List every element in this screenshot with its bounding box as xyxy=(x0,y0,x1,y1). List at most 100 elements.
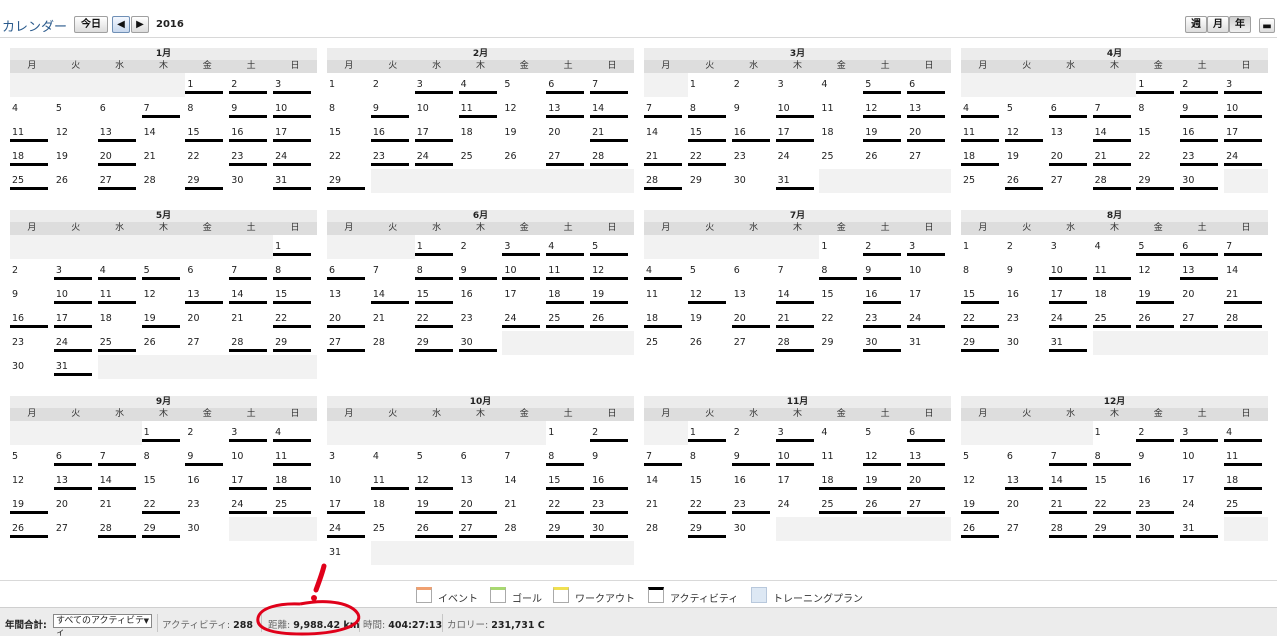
activity-bar[interactable] xyxy=(97,301,136,304)
day-cell[interactable]: 1 xyxy=(185,73,224,97)
activity-bar[interactable] xyxy=(327,349,365,352)
day-cell[interactable]: 5 xyxy=(1005,97,1043,121)
activity-bar[interactable] xyxy=(907,115,946,118)
activity-bar[interactable] xyxy=(687,535,726,538)
day-cell[interactable]: 13 xyxy=(1180,259,1219,283)
day-cell[interactable]: 11 xyxy=(97,283,136,307)
activity-bar[interactable] xyxy=(644,115,682,118)
activity-bar[interactable] xyxy=(327,325,365,328)
activity-bar[interactable] xyxy=(273,325,312,328)
day-cell[interactable]: 18 xyxy=(819,121,857,145)
day-cell[interactable]: 17 xyxy=(229,469,268,493)
day-cell[interactable]: 9 xyxy=(863,259,902,283)
day-cell[interactable]: 2 xyxy=(590,421,629,445)
activity-bar[interactable] xyxy=(185,301,224,304)
activity-bar[interactable] xyxy=(414,349,453,352)
day-cell[interactable]: 28 xyxy=(1048,517,1087,541)
day-cell[interactable]: 26 xyxy=(863,145,901,169)
day-cell[interactable]: 23 xyxy=(185,493,223,517)
day-cell[interactable]: 26 xyxy=(961,517,999,541)
activity-bar[interactable] xyxy=(687,163,726,166)
day-cell[interactable]: 26 xyxy=(54,169,92,193)
day-cell[interactable]: 20 xyxy=(1005,493,1043,517)
day-cell[interactable]: 13 xyxy=(185,283,224,307)
activity-bar[interactable] xyxy=(687,511,726,514)
day-cell[interactable]: 18 xyxy=(98,307,136,331)
day-cell[interactable]: 19 xyxy=(414,493,453,517)
day-cell[interactable]: 11 xyxy=(10,121,48,145)
day-cell[interactable]: 16 xyxy=(185,469,223,493)
activity-bar[interactable] xyxy=(590,277,629,280)
day-cell[interactable]: 20 xyxy=(907,121,946,145)
activity-bar[interactable] xyxy=(273,487,312,490)
activity-bar[interactable] xyxy=(1180,163,1219,166)
day-cell[interactable]: 24 xyxy=(776,145,814,169)
day-cell[interactable]: 2 xyxy=(10,259,48,283)
day-cell[interactable]: 10 xyxy=(775,97,814,121)
activity-bar[interactable] xyxy=(590,487,629,490)
activity-bar[interactable] xyxy=(53,325,92,328)
activity-bar[interactable] xyxy=(458,511,497,514)
day-cell[interactable]: 13 xyxy=(907,97,946,121)
day-cell[interactable]: 27 xyxy=(732,331,770,355)
activity-bar[interactable] xyxy=(731,463,770,466)
day-cell[interactable]: 23 xyxy=(1136,493,1175,517)
day-cell[interactable]: 3 xyxy=(327,445,365,469)
day-cell[interactable]: 25 xyxy=(644,331,682,355)
day-cell[interactable]: 23 xyxy=(731,493,770,517)
activity-bar[interactable] xyxy=(775,325,814,328)
day-cell[interactable]: 10 xyxy=(1048,259,1087,283)
activity-bar[interactable] xyxy=(546,535,585,538)
day-cell[interactable]: 4 xyxy=(819,73,857,97)
activity-bar[interactable] xyxy=(141,325,180,328)
activity-bar[interactable] xyxy=(370,301,409,304)
day-cell[interactable]: 2 xyxy=(371,73,409,97)
view-month-button[interactable]: 月 xyxy=(1207,16,1229,33)
day-cell[interactable]: 4 xyxy=(961,97,999,121)
day-cell[interactable]: 26 xyxy=(688,331,726,355)
activity-bar[interactable] xyxy=(907,487,946,490)
activity-bar[interactable] xyxy=(185,187,224,190)
day-cell[interactable]: 5 xyxy=(863,73,902,97)
day-cell[interactable]: 18 xyxy=(546,283,585,307)
day-cell[interactable]: 7 xyxy=(590,73,629,97)
day-cell[interactable]: 18 xyxy=(961,145,999,169)
activity-bar[interactable] xyxy=(590,115,629,118)
activity-bar[interactable] xyxy=(97,163,136,166)
activity-bar[interactable] xyxy=(1048,487,1087,490)
activity-bar[interactable] xyxy=(141,115,180,118)
day-cell[interactable]: 4 xyxy=(1224,421,1263,445)
day-cell[interactable]: 9 xyxy=(590,445,628,469)
activity-bar[interactable] xyxy=(458,535,497,538)
activity-bar[interactable] xyxy=(97,139,136,142)
day-cell[interactable]: 5 xyxy=(688,259,726,283)
day-cell[interactable]: 22 xyxy=(141,493,180,517)
activity-bar[interactable] xyxy=(1048,301,1087,304)
day-cell[interactable]: 22 xyxy=(273,307,312,331)
activity-bar[interactable] xyxy=(863,511,902,514)
activity-bar[interactable] xyxy=(546,301,585,304)
day-cell[interactable]: 16 xyxy=(731,121,770,145)
day-cell[interactable]: 11 xyxy=(644,283,682,307)
day-cell[interactable]: 14 xyxy=(97,469,136,493)
activity-bar[interactable] xyxy=(1180,115,1219,118)
day-cell[interactable]: 24 xyxy=(776,493,814,517)
day-cell[interactable]: 25 xyxy=(961,169,999,193)
day-cell[interactable]: 11 xyxy=(546,259,585,283)
day-cell[interactable]: 10 xyxy=(53,283,92,307)
activity-bar[interactable] xyxy=(458,115,497,118)
activity-bar[interactable] xyxy=(1092,463,1131,466)
activity-bar[interactable] xyxy=(1048,349,1087,352)
activity-bar[interactable] xyxy=(1136,535,1175,538)
day-cell[interactable]: 1 xyxy=(141,421,180,445)
activity-bar[interactable] xyxy=(229,439,268,442)
activity-bar[interactable] xyxy=(10,139,48,142)
activity-bar[interactable] xyxy=(590,91,629,94)
day-cell[interactable]: 18 xyxy=(819,469,858,493)
day-cell[interactable]: 23 xyxy=(370,145,409,169)
activity-bar[interactable] xyxy=(1092,139,1131,142)
day-cell[interactable]: 7 xyxy=(644,445,682,469)
activity-bar[interactable] xyxy=(1224,487,1263,490)
day-cell[interactable]: 4 xyxy=(10,97,48,121)
day-cell[interactable]: 24 xyxy=(327,517,365,541)
